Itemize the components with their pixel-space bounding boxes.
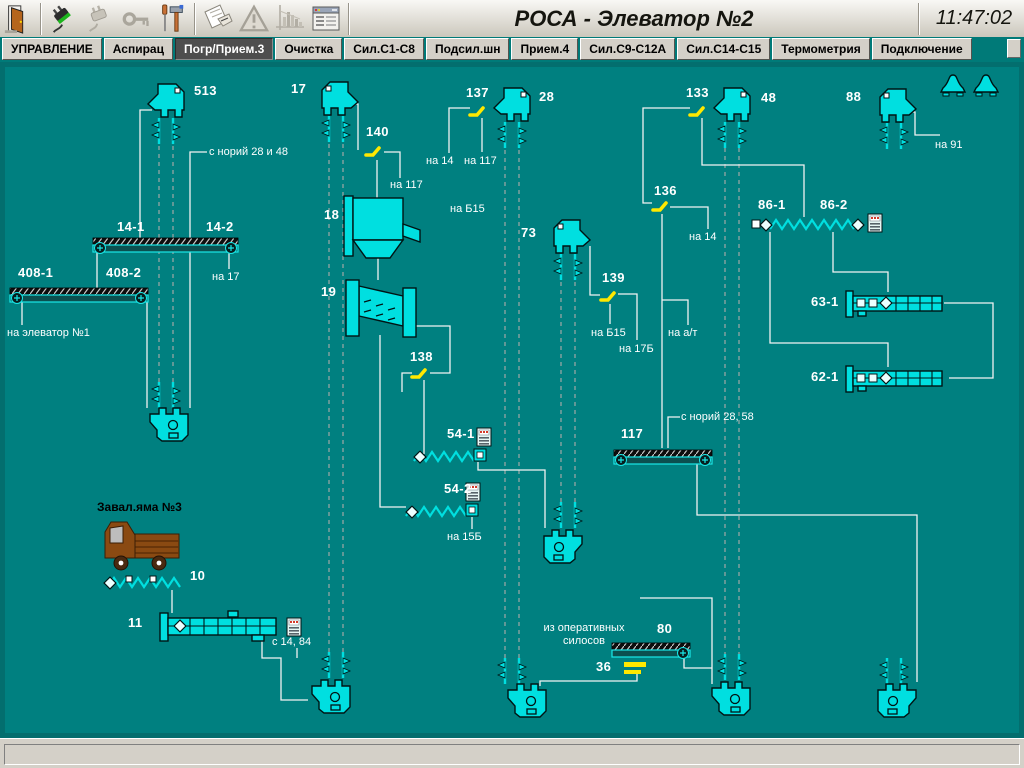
toolbar-separator <box>194 3 196 35</box>
tab-Сил.С14-С15[interactable]: Сил.С14-С15 <box>677 38 770 60</box>
noria-28-boot[interactable] <box>508 684 546 717</box>
valve-140[interactable] <box>366 148 379 155</box>
alarm-bell-icon[interactable] <box>941 75 965 96</box>
journal-document-icon[interactable] <box>200 2 236 36</box>
scale-hopper-18[interactable] <box>344 196 420 258</box>
tab-Очистка[interactable]: Очистка <box>275 38 342 60</box>
gate-valve-36[interactable] <box>624 662 646 674</box>
noria-48-boot[interactable] <box>712 682 750 715</box>
noria-belts <box>152 116 908 684</box>
valve-137[interactable] <box>470 108 483 115</box>
tab-Сил.С1-С8[interactable]: Сил.С1-С8 <box>344 38 424 60</box>
tab-bar-end-box <box>1007 39 1021 58</box>
chain-conveyor-11[interactable] <box>160 611 276 641</box>
valve-133[interactable] <box>690 108 703 115</box>
screw-conveyor-86[interactable] <box>752 219 864 231</box>
chain-conveyor-63-1[interactable] <box>846 291 942 317</box>
tab-Аспирац[interactable]: Аспирац <box>104 38 173 60</box>
access-key-icon <box>118 2 154 36</box>
control-pad-54-1[interactable] <box>477 428 491 446</box>
tab-Термометрия[interactable]: Термометрия <box>772 38 869 60</box>
clock: 11:47:02 <box>924 7 1024 30</box>
noria-513-head[interactable] <box>148 84 184 117</box>
toolbar-separator <box>40 3 42 35</box>
separator-19[interactable] <box>346 280 416 337</box>
belt-conveyor-117[interactable] <box>614 450 712 466</box>
belt-conveyor-80[interactable] <box>612 643 690 659</box>
noria-48-head[interactable] <box>714 88 750 121</box>
chain-conveyor-62-1[interactable] <box>846 366 942 392</box>
mimic-svg <box>0 62 1024 738</box>
app-title: РОСА - Элеватор №2 <box>354 6 914 32</box>
noria-73-head[interactable] <box>554 220 590 253</box>
control-pad-54-2[interactable] <box>466 483 480 501</box>
mimic-canvas: 5131713728140181914-114-2408-1408-273133… <box>0 62 1024 738</box>
tab-УПРАВЛЕНИЕ[interactable]: УПРАВЛЕНИЕ <box>2 38 102 60</box>
noria-513-boot[interactable] <box>150 408 188 441</box>
tab-bar: УПРАВЛЕНИЕАспирацПогр/Прием.3ОчисткаСил.… <box>0 37 1024 62</box>
tab-Подключение[interactable]: Подключение <box>872 38 972 60</box>
noria-17-boot[interactable] <box>312 680 350 713</box>
control-pad-11[interactable] <box>287 618 301 636</box>
report-table-icon[interactable] <box>308 2 344 36</box>
noria-88-head[interactable] <box>880 89 916 122</box>
trends-chart-icon <box>272 2 308 36</box>
status-bar <box>0 738 1024 768</box>
tab-Прием.4[interactable]: Прием.4 <box>511 38 578 60</box>
tab-Сил.С9-С12А[interactable]: Сил.С9-С12А <box>580 38 675 60</box>
status-field <box>4 744 1020 765</box>
noria-17-head[interactable] <box>322 82 358 115</box>
screw-conveyor-10[interactable] <box>104 576 180 589</box>
material-flow-lines <box>22 104 993 700</box>
control-pad-86[interactable] <box>868 214 882 232</box>
exit-door-icon[interactable] <box>0 2 36 36</box>
noria-28-head[interactable] <box>494 88 530 121</box>
alarm-warning-icon <box>236 2 272 36</box>
serial-disconnect-icon <box>82 2 118 36</box>
toolbar: РОСА - Элеватор №2 11:47:02 <box>0 0 1024 38</box>
valve-139[interactable] <box>601 293 614 300</box>
toolbar-separator <box>918 3 920 35</box>
noria-73-boot[interactable] <box>544 530 582 563</box>
setup-tools-icon[interactable] <box>154 2 190 36</box>
belt-conveyor-14[interactable] <box>93 238 238 254</box>
tab-Подсил.шн[interactable]: Подсил.шн <box>426 38 510 60</box>
screw-conveyor-54-2[interactable] <box>406 504 478 518</box>
screw-conveyor-54-1[interactable] <box>414 449 486 463</box>
belt-conveyor-408[interactable] <box>10 288 148 304</box>
tab-Погр/Прием.3[interactable]: Погр/Прием.3 <box>175 38 273 60</box>
toolbar-separator <box>348 3 350 35</box>
serial-connect-icon[interactable] <box>46 2 82 36</box>
alarm-bell-icon[interactable] <box>974 75 998 96</box>
scada-window: РОСА - Элеватор №2 11:47:02 УПРАВЛЕНИЕАс… <box>0 0 1024 768</box>
valve-136[interactable] <box>653 203 666 210</box>
valve-138[interactable] <box>412 370 425 377</box>
truck <box>105 522 179 570</box>
noria-shaft-dashes <box>159 144 739 658</box>
noria-88-boot[interactable] <box>878 684 916 717</box>
